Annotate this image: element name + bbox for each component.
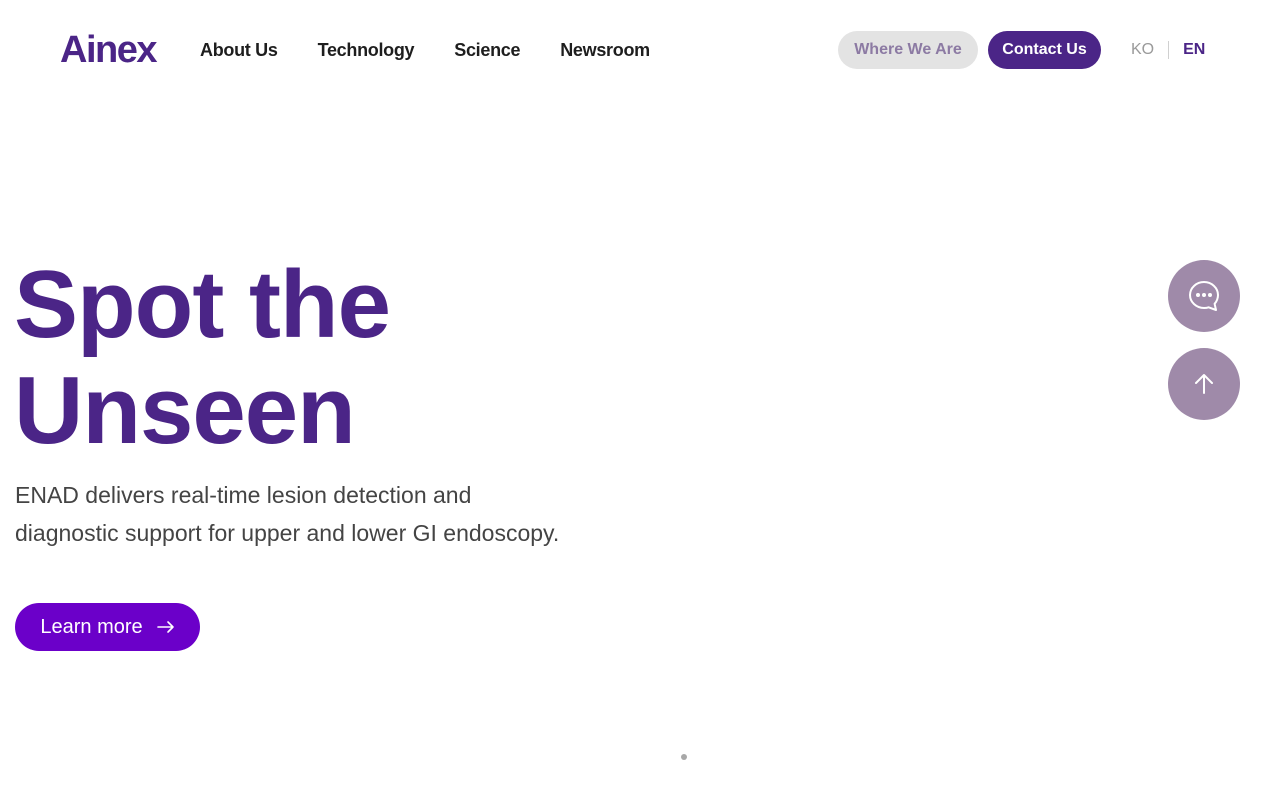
carousel-indicator-dot[interactable] bbox=[681, 754, 687, 760]
contact-us-button[interactable]: Contact Us bbox=[988, 31, 1101, 69]
brand-logo[interactable]: Ainex bbox=[60, 30, 157, 70]
scroll-to-top-button[interactable] bbox=[1168, 348, 1240, 420]
nav-item-newsroom[interactable]: Newsroom bbox=[560, 38, 650, 62]
learn-more-label: Learn more bbox=[40, 615, 143, 638]
nav-item-science[interactable]: Science bbox=[454, 38, 520, 62]
learn-more-button[interactable]: Learn more bbox=[15, 603, 200, 651]
arrow-right-icon bbox=[156, 621, 174, 633]
chat-button[interactable] bbox=[1168, 260, 1240, 332]
language-ko[interactable]: KO bbox=[1131, 38, 1154, 62]
arrow-up-icon bbox=[1195, 374, 1213, 394]
main-nav: About Us Technology Science Newsroom bbox=[200, 38, 650, 62]
hero-title-line-1: Spot the bbox=[14, 251, 391, 358]
hero-title-line-2: Unseen bbox=[14, 357, 356, 464]
hero-description: ENAD delivers real-time lesion detection… bbox=[15, 476, 635, 552]
language-divider bbox=[1168, 41, 1170, 59]
language-switcher: KO EN bbox=[1131, 38, 1205, 62]
hero-description-line-1: ENAD delivers real-time lesion detection… bbox=[15, 482, 472, 508]
nav-item-about-us[interactable]: About Us bbox=[200, 38, 278, 62]
hero-title: Spot the Unseen bbox=[14, 251, 391, 464]
language-en[interactable]: EN bbox=[1183, 38, 1205, 62]
chat-bubble-icon bbox=[1189, 281, 1219, 311]
site-header: Ainex About Us Technology Science Newsro… bbox=[0, 0, 1280, 100]
hero-description-line-2: diagnostic support for upper and lower G… bbox=[15, 520, 560, 546]
nav-item-technology[interactable]: Technology bbox=[318, 38, 415, 62]
where-we-are-button[interactable]: Where We Are bbox=[838, 31, 978, 69]
